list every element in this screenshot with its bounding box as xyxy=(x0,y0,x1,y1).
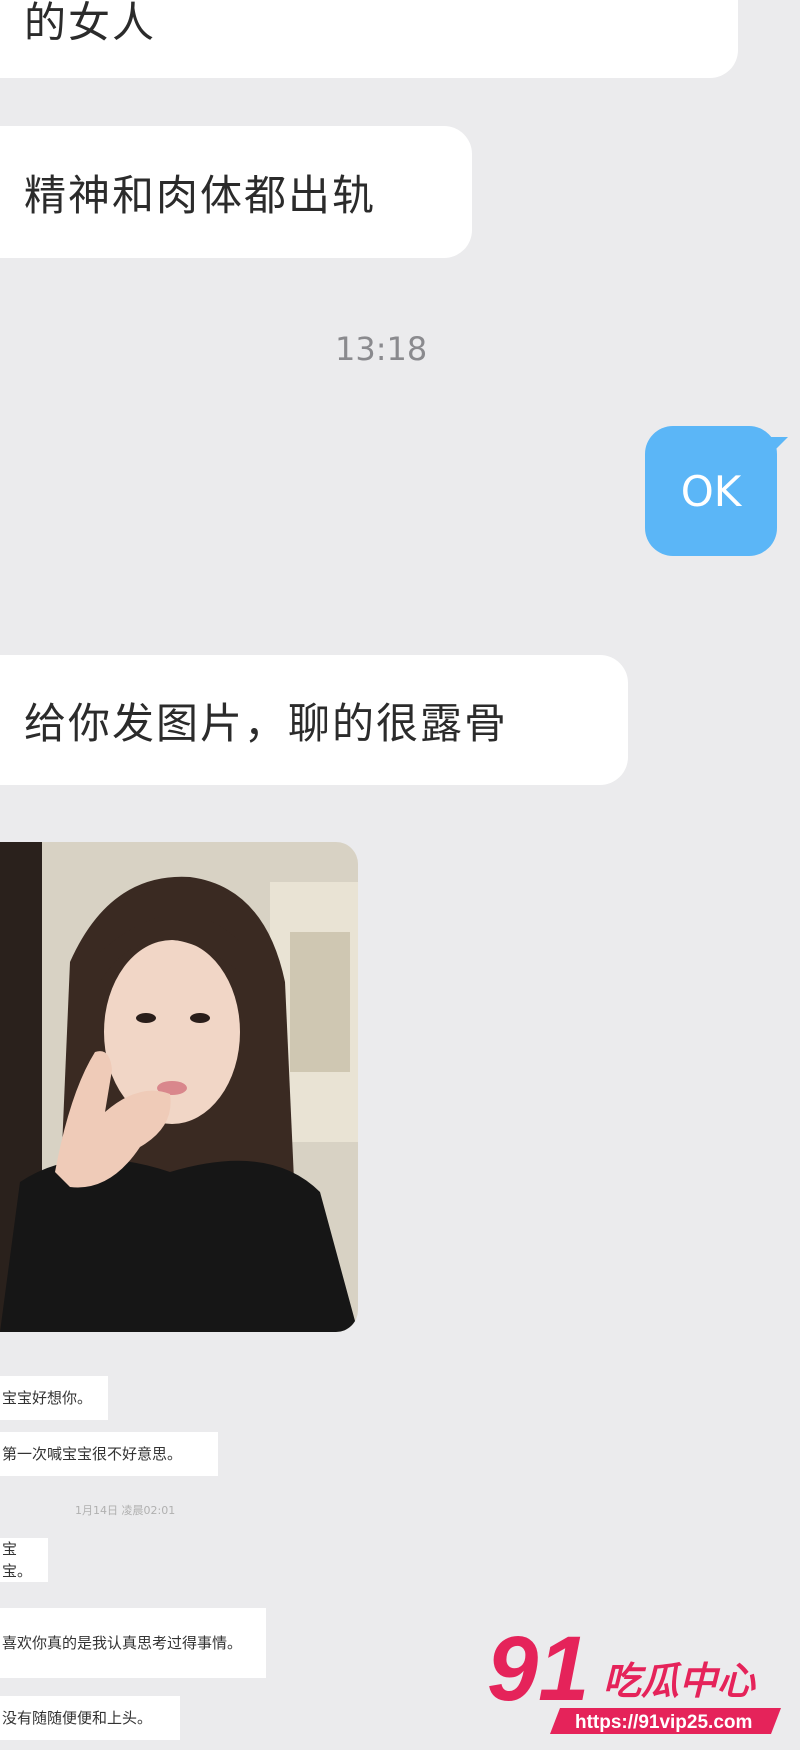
message-bubble-sent[interactable]: OK xyxy=(645,426,777,556)
screenshot-message: 没有随随便便和上头。 xyxy=(0,1696,180,1740)
screenshot-message: 宝宝。 xyxy=(0,1538,48,1582)
screenshot-timestamp: 1月14日 凌晨02:01 xyxy=(75,1504,176,1517)
message-timestamp: 13:18 xyxy=(335,330,428,368)
screenshot-message: 喜欢你真的是我认真思考过得事情。 xyxy=(0,1608,266,1678)
message-image[interactable] xyxy=(0,842,358,1332)
message-text: 的女人 xyxy=(24,0,157,47)
message-bubble-received[interactable]: 的女人 xyxy=(0,0,738,78)
message-text: 给你发图片，聊的很露骨 xyxy=(24,698,509,748)
watermark-number: 91 xyxy=(487,1620,589,1720)
screenshot-message: 第一次喊宝宝很不好意思。 xyxy=(0,1432,218,1476)
message-bubble-received[interactable]: 给你发图片，聊的很露骨 xyxy=(0,655,628,785)
woman-selfie-photo xyxy=(0,842,358,1332)
watermark-logo: 91 吃瓜中心 https://91vip25.com xyxy=(485,1618,785,1742)
message-text: 精神和肉体都出轨 xyxy=(24,170,377,220)
message-bubble-received[interactable]: 精神和肉体都出轨 xyxy=(0,126,472,258)
message-text: OK xyxy=(680,466,742,516)
watermark-url: https://91vip25.com xyxy=(575,1712,752,1733)
watermark-title: 吃瓜中心 xyxy=(603,1659,756,1703)
screenshot-message: 宝宝好想你。 xyxy=(0,1376,108,1420)
